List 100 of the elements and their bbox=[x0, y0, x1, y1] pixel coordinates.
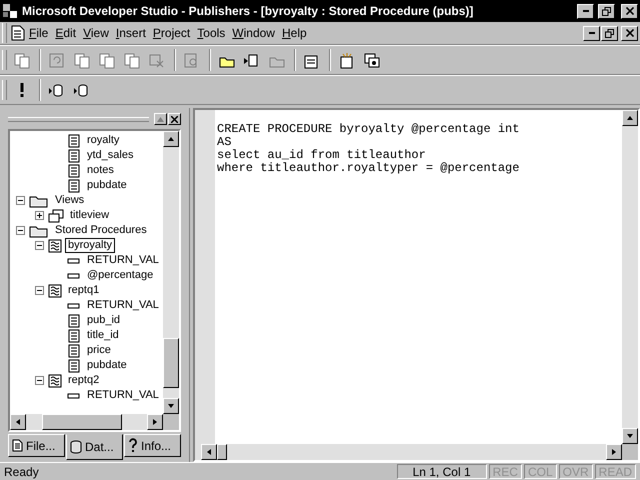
scroll-thumb[interactable] bbox=[163, 338, 179, 388]
folder-icon bbox=[29, 194, 49, 208]
parameter-icon bbox=[67, 302, 81, 310]
procedure-icon bbox=[48, 284, 62, 298]
cursor-position: Ln 1, Col 1 bbox=[396, 464, 487, 479]
menu-item[interactable]: View bbox=[80, 24, 112, 42]
column-icon bbox=[67, 134, 81, 148]
minimize-button[interactable] bbox=[583, 26, 600, 40]
down-arrow-icon bbox=[626, 432, 634, 440]
code-line: where titleauthor.royaltyper = @percentage bbox=[217, 162, 520, 175]
pages-icon bbox=[123, 52, 140, 68]
window-title: Microsoft Developer Studio - Publishers - [byroyalty : Stored Procedure (pubs)] bbox=[22, 4, 474, 18]
tree-item[interactable]: Stored Procedures bbox=[52, 223, 150, 238]
horizontal-scrollbar[interactable] bbox=[195, 444, 622, 460]
up-arrow-icon bbox=[157, 116, 164, 122]
column-icon bbox=[67, 178, 81, 192]
scroll-up-button[interactable] bbox=[622, 110, 638, 126]
tree-item[interactable]: pubdate bbox=[84, 178, 130, 193]
pages-icon bbox=[98, 52, 115, 68]
exclamation-icon bbox=[20, 83, 24, 97]
right-arrow-icon bbox=[610, 448, 618, 456]
vertical-scrollbar[interactable] bbox=[622, 110, 638, 444]
parameter-icon bbox=[67, 272, 81, 280]
document-icon bbox=[12, 439, 23, 452]
expander-icon[interactable] bbox=[35, 376, 44, 385]
tree-item[interactable]: title_id bbox=[84, 328, 122, 343]
menu-item[interactable]: Help bbox=[278, 24, 310, 42]
maximize-button[interactable] bbox=[154, 113, 167, 125]
close-button[interactable] bbox=[621, 26, 638, 40]
question-icon bbox=[128, 438, 138, 453]
expander-icon[interactable] bbox=[35, 286, 44, 295]
left-arrow-icon bbox=[14, 418, 22, 426]
left-arrow-icon bbox=[205, 448, 213, 456]
scroll-down-button[interactable] bbox=[622, 428, 638, 444]
tree-item[interactable]: RETURN_VAL bbox=[84, 388, 162, 403]
pane-tab[interactable]: File... bbox=[8, 434, 65, 457]
expander-icon[interactable] bbox=[16, 226, 25, 235]
restore-button[interactable] bbox=[601, 26, 618, 40]
procedure-icon bbox=[48, 238, 62, 252]
database-icon bbox=[48, 82, 65, 98]
scroll-thumb[interactable] bbox=[42, 414, 122, 430]
tree-item[interactable]: @percentage bbox=[84, 268, 156, 283]
column-icon bbox=[67, 358, 81, 372]
expander-icon[interactable] bbox=[16, 196, 25, 205]
refresh-icon bbox=[48, 52, 65, 68]
scrollbar-corner bbox=[622, 444, 638, 460]
database-icon bbox=[73, 82, 90, 98]
tree-item[interactable]: reptq1 bbox=[65, 283, 102, 298]
code-line: AS bbox=[217, 136, 232, 149]
scroll-left-button[interactable] bbox=[201, 444, 217, 460]
restore-icon bbox=[602, 6, 611, 16]
up-arrow-icon bbox=[626, 114, 634, 122]
tree-item[interactable]: titleview bbox=[67, 208, 112, 223]
tree-item[interactable]: RETURN_VAL bbox=[84, 298, 162, 313]
vertical-scrollbar[interactable] bbox=[163, 131, 179, 414]
minimize-icon bbox=[588, 32, 594, 34]
parameter-icon bbox=[67, 392, 81, 400]
scroll-right-button[interactable] bbox=[147, 414, 163, 430]
tree-item[interactable]: pub_id bbox=[84, 313, 124, 328]
pane-tab[interactable]: Info... bbox=[124, 434, 181, 457]
code-line: CREATE PROCEDURE byroyalty @percentage int bbox=[217, 123, 520, 136]
menu-item[interactable]: File bbox=[26, 24, 52, 42]
app-icon bbox=[2, 3, 18, 19]
scroll-left-button[interactable] bbox=[10, 414, 26, 430]
status-message: Ready bbox=[4, 464, 40, 478]
tree-item[interactable]: byroyalty bbox=[65, 238, 116, 253]
tree-item[interactable]: reptq2 bbox=[65, 373, 102, 388]
tree-item[interactable]: RETURN_VAL bbox=[84, 253, 162, 268]
database-icon bbox=[70, 440, 82, 454]
delete-icon bbox=[148, 52, 165, 68]
menu-item[interactable]: Edit bbox=[52, 24, 80, 42]
tree-item[interactable]: pubdate bbox=[84, 358, 130, 373]
restore-button[interactable] bbox=[598, 4, 615, 18]
down-arrow-icon bbox=[167, 402, 175, 410]
menu-item[interactable]: Window bbox=[229, 24, 278, 42]
minimize-button[interactable] bbox=[577, 4, 594, 18]
horizontal-scrollbar[interactable] bbox=[10, 414, 163, 430]
menu-item[interactable]: Project bbox=[150, 24, 194, 42]
pane-tab[interactable]: Dat... bbox=[66, 434, 123, 460]
close-button[interactable] bbox=[621, 4, 638, 18]
tree-item[interactable]: royalty bbox=[84, 133, 122, 148]
tree-item[interactable]: ytd_sales bbox=[84, 148, 136, 163]
tree-item[interactable]: notes bbox=[84, 163, 117, 178]
scroll-right-button[interactable] bbox=[606, 444, 622, 460]
expander-icon[interactable] bbox=[35, 241, 44, 250]
tree-item[interactable]: Views bbox=[52, 193, 88, 208]
scroll-up-button[interactable] bbox=[163, 131, 179, 147]
expander-icon[interactable] bbox=[35, 211, 44, 220]
folder-icon bbox=[29, 224, 49, 238]
pages-icon bbox=[73, 52, 90, 68]
procedure-icon bbox=[48, 374, 62, 388]
scroll-thumb[interactable] bbox=[217, 444, 227, 460]
menu-item[interactable]: Insert bbox=[112, 24, 149, 42]
tree-item[interactable]: price bbox=[84, 343, 114, 358]
column-icon bbox=[67, 164, 81, 178]
view-icon bbox=[48, 208, 64, 222]
menu-item[interactable]: Tools bbox=[194, 24, 228, 42]
column-icon bbox=[67, 344, 81, 358]
scroll-down-button[interactable] bbox=[163, 398, 179, 414]
close-button[interactable] bbox=[168, 113, 181, 125]
